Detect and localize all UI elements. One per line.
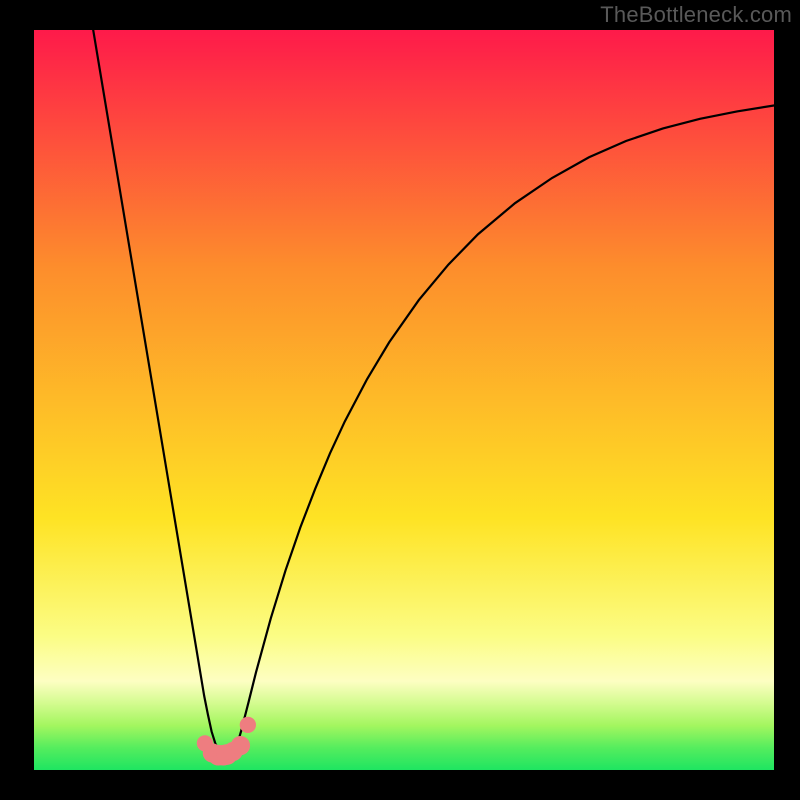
watermark-text: TheBottleneck.com: [600, 2, 792, 28]
chart-frame: TheBottleneck.com: [0, 0, 800, 800]
plot-area: [34, 30, 774, 770]
gradient-background: [34, 30, 774, 770]
